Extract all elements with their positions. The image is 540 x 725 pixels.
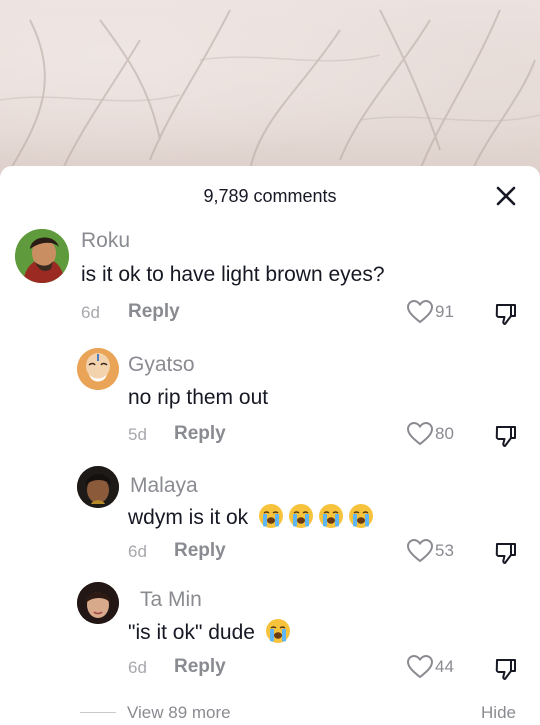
- like-count: 53: [435, 541, 454, 560]
- like-count: 91: [435, 302, 454, 321]
- comment-text-body: wdym is it ok: [128, 506, 249, 529]
- comment-time: 6d: [81, 303, 100, 322]
- comment-username[interactable]: Roku: [81, 229, 130, 253]
- loudly-crying-face-icon: [265, 619, 290, 643]
- dislike-icon[interactable]: [494, 424, 518, 448]
- avatar[interactable]: [77, 466, 119, 508]
- like-button[interactable]: 80: [407, 422, 454, 446]
- heart-icon: [407, 422, 433, 446]
- comments-sheet: 9,789 comments Roku is it ok to have lig…: [0, 166, 540, 725]
- heart-icon: [407, 300, 433, 324]
- view-more-replies-button[interactable]: View 89 more: [127, 703, 231, 723]
- emoji-row: [261, 619, 291, 644]
- like-button[interactable]: 44: [407, 655, 454, 679]
- comment-text: no rip them out: [128, 386, 269, 409]
- heart-icon: [407, 539, 433, 563]
- like-count: 44: [435, 657, 454, 676]
- video-background: [0, 0, 540, 180]
- comment-username[interactable]: Malaya: [130, 474, 198, 498]
- dislike-icon[interactable]: [494, 541, 518, 565]
- comment-username[interactable]: Ta Min: [140, 588, 202, 612]
- hide-replies-button[interactable]: Hide: [481, 703, 516, 723]
- comment-time: 6d: [128, 542, 147, 561]
- comment-text: wdym is it ok: [128, 503, 374, 530]
- avatar[interactable]: [15, 229, 69, 283]
- avatar[interactable]: [77, 582, 119, 624]
- avatar[interactable]: [77, 348, 119, 390]
- loudly-crying-face-icon: [289, 504, 314, 528]
- heart-icon: [407, 655, 433, 679]
- emoji-row: [254, 504, 374, 529]
- dislike-icon[interactable]: [494, 657, 518, 681]
- reply-button[interactable]: Reply: [174, 540, 226, 562]
- loudly-crying-face-icon: [349, 504, 374, 528]
- close-icon[interactable]: [494, 184, 518, 208]
- divider: [80, 712, 116, 713]
- like-count: 80: [435, 424, 454, 443]
- dislike-icon[interactable]: [494, 302, 518, 326]
- loudly-crying-face-icon: [259, 504, 284, 528]
- reply-button[interactable]: Reply: [128, 301, 180, 323]
- like-button[interactable]: 91: [407, 300, 454, 324]
- comment-text: is it ok to have light brown eyes?: [81, 263, 385, 286]
- loudly-crying-face-icon: [319, 504, 344, 528]
- reply-button[interactable]: Reply: [174, 656, 226, 678]
- comment-text: "is it ok" dude: [128, 618, 291, 645]
- comment-time: 6d: [128, 658, 147, 677]
- like-button[interactable]: 53: [407, 539, 454, 563]
- comment-count: 9,789 comments: [203, 186, 337, 206]
- comment-text-body: "is it ok" dude: [128, 621, 255, 644]
- comment-time: 5d: [128, 425, 147, 444]
- reply-button[interactable]: Reply: [174, 423, 226, 445]
- comment-username[interactable]: Gyatso: [128, 353, 195, 377]
- comments-header: 9,789 comments: [0, 166, 540, 226]
